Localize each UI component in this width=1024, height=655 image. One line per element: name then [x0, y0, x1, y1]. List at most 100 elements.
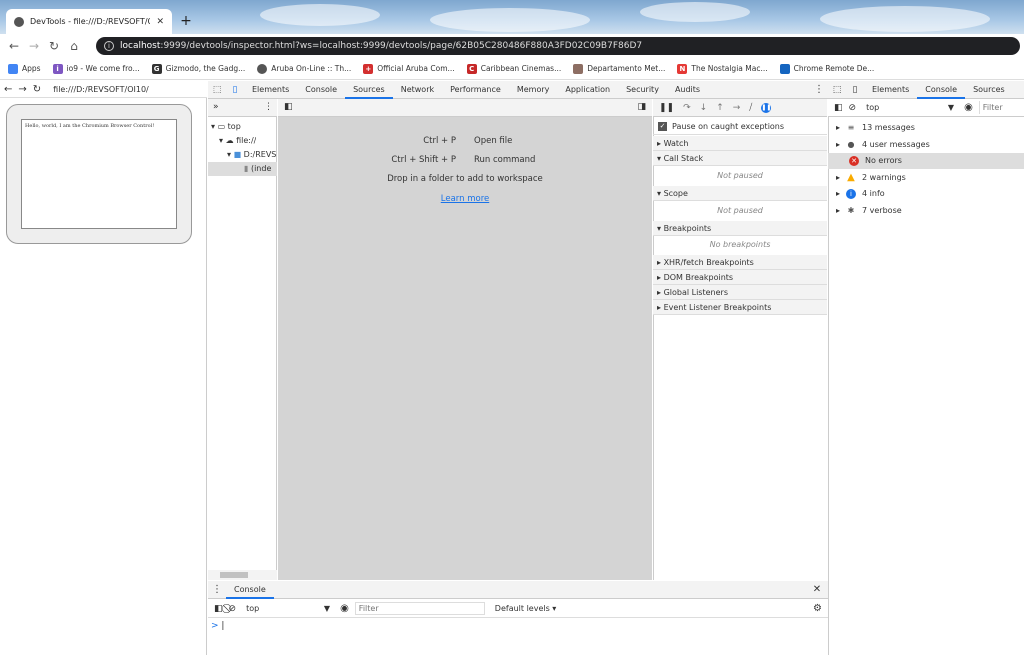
section-watch[interactable]: ▸ Watch	[653, 136, 827, 151]
bookmark-item[interactable]: G Gizmodo, the Gadg...	[151, 63, 245, 74]
drawer-menu-icon[interactable]: ⋮	[208, 584, 226, 595]
tab-audits[interactable]: Audits	[667, 81, 708, 99]
step-out-icon[interactable]: ↑	[716, 103, 724, 113]
console-group-info[interactable]: ▸ i 4 info	[828, 186, 1024, 202]
tree-item-file[interactable]: ▾ ☁ file://	[219, 136, 256, 145]
console-group-errors[interactable]: ✕ No errors	[828, 153, 1024, 169]
step-into-icon[interactable]: ↓	[700, 103, 708, 113]
learn-more-link[interactable]: Learn more	[441, 194, 489, 204]
tab-elements[interactable]: Elements	[244, 81, 297, 99]
right-filter-input[interactable]	[978, 101, 1009, 114]
drawer-tab-console[interactable]: Console	[226, 581, 274, 599]
right-tab-console[interactable]: Console	[917, 81, 966, 99]
device-toolbar-icon[interactable]: ▯	[846, 85, 864, 95]
back-arrow-icon[interactable]: ←	[4, 84, 12, 95]
toggle-navigator-icon[interactable]: ◧	[284, 102, 293, 112]
bookmark-item[interactable]: Aruba On-Line :: Th...	[257, 63, 351, 74]
close-tab-icon[interactable]: ✕	[156, 17, 164, 27]
home-icon[interactable]: ⌂	[64, 39, 84, 53]
bookmark-item[interactable]: C Caribbean Cinemas...	[466, 63, 561, 74]
checkbox-checked-icon[interactable]: ✓	[658, 121, 667, 131]
forward-arrow-icon[interactable]: →	[18, 84, 26, 95]
context-select[interactable]: top ▼	[242, 604, 334, 613]
inspect-element-icon[interactable]: ⬚	[208, 85, 226, 95]
right-tab-sources[interactable]: Sources	[965, 81, 1013, 99]
right-tab-elements[interactable]: Elements	[864, 81, 917, 99]
shortcut-open-file-keys: Ctrl + P	[423, 136, 456, 146]
bookmark-favicon-icon	[779, 63, 790, 74]
section-xhr-breakpoints[interactable]: ▸ XHR/fetch Breakpoints	[653, 255, 827, 270]
bookmark-item[interactable]: Departamento Met...	[573, 63, 665, 74]
device-screen[interactable]: Hello, world, I am the Chromium Browser …	[21, 119, 177, 229]
tree-item-folder[interactable]: ▾ ■ D:/REVS	[227, 150, 277, 159]
reload-icon[interactable]: ↻	[44, 39, 64, 53]
expand-arrow-icon: ▸	[836, 173, 841, 182]
drawer-filter-input[interactable]	[354, 602, 485, 615]
bug-icon: ✱	[847, 206, 855, 215]
browser-tab[interactable]: DevTools - file:///D:/REVSOFT/OI ✕	[6, 9, 172, 34]
pause-caught-exceptions-row[interactable]: ✓ Pause on caught exceptions	[653, 118, 827, 135]
horizontal-scrollbar[interactable]	[208, 570, 277, 580]
settings-gear-icon[interactable]: ⚙	[813, 603, 822, 614]
toggle-debugger-icon[interactable]: ◨	[637, 102, 646, 112]
text-cursor: |	[221, 621, 225, 631]
live-expression-eye-icon[interactable]: ◉	[964, 102, 973, 113]
clear-console-icon[interactable]: ⃠⊘	[229, 604, 237, 614]
tree-item-file-selected[interactable]: ▮ (inde	[208, 162, 277, 176]
bookmark-favicon-icon: +	[363, 63, 374, 74]
section-breakpoints[interactable]: ▾ Breakpoints	[653, 221, 827, 236]
info-icon[interactable]: i	[104, 41, 114, 51]
log-levels-select[interactable]: Default levels ▾	[495, 604, 557, 613]
tab-console[interactable]: Console	[297, 81, 345, 99]
tab-application[interactable]: Application	[557, 81, 618, 99]
console-prompt[interactable]: > |	[211, 621, 224, 631]
clear-console-icon[interactable]: ⊘	[849, 103, 857, 113]
navigator-menu-icon[interactable]: ⋮	[264, 102, 273, 112]
step-over-icon[interactable]: ↷	[683, 103, 691, 113]
editor-header: ◧ ◨	[278, 99, 652, 117]
console-group-user-messages[interactable]: ▸ ● 4 user messages	[828, 137, 1024, 153]
expand-arrow-icon: ▸	[836, 206, 841, 215]
more-tabs-icon[interactable]: »	[213, 102, 219, 112]
bookmark-item[interactable]: N The Nostalgia Mac...	[677, 63, 768, 74]
back-arrow-icon[interactable]: ←	[4, 39, 24, 53]
section-global-listeners[interactable]: ▸ Global Listeners	[653, 285, 827, 300]
tab-memory[interactable]: Memory	[509, 81, 558, 99]
section-event-listener-breakpoints[interactable]: ▸ Event Listener Breakpoints	[653, 300, 827, 315]
right-context-select[interactable]: top ▼	[862, 103, 958, 112]
tab-performance[interactable]: Performance	[442, 81, 509, 99]
pause-on-exceptions-icon[interactable]: ❚❚	[761, 102, 771, 113]
live-expression-eye-icon[interactable]: ◉	[340, 603, 349, 614]
reload-icon[interactable]: ↻	[33, 84, 41, 95]
shortcut-open-file-label: Open file	[474, 136, 513, 146]
section-scope[interactable]: ▾ Scope	[653, 186, 827, 201]
tree-item-top[interactable]: ▾ ▭ top	[211, 122, 241, 131]
forward-arrow-icon[interactable]: →	[24, 39, 44, 53]
step-icon[interactable]: →	[733, 103, 741, 113]
tab-sources[interactable]: Sources	[345, 81, 393, 99]
show-sidebar-icon[interactable]: ◧	[214, 604, 223, 614]
user-icon: ●	[847, 140, 855, 149]
console-group-warnings[interactable]: ▸ ▲ 2 warnings	[828, 170, 1024, 186]
console-group-verbose[interactable]: ▸ ✱ 7 verbose	[828, 203, 1024, 219]
section-dom-breakpoints[interactable]: ▸ DOM Breakpoints	[653, 270, 827, 285]
show-sidebar-icon[interactable]: ◧	[834, 103, 843, 113]
more-options-icon[interactable]: ⋮	[810, 84, 828, 95]
device-toolbar-icon[interactable]: ▯	[226, 85, 244, 95]
new-tab-button[interactable]: +	[178, 13, 194, 29]
bookmark-favicon-icon	[573, 63, 584, 74]
pause-icon[interactable]: ❚❚	[659, 103, 674, 113]
console-group-messages[interactable]: ▸ ≡ 13 messages	[828, 120, 1024, 136]
bookmark-item[interactable]: Chrome Remote De...	[779, 63, 874, 74]
editor-area[interactable]	[278, 99, 652, 580]
section-call-stack[interactable]: ▾ Call Stack	[653, 151, 827, 166]
tab-security[interactable]: Security	[618, 81, 667, 99]
bookmark-item[interactable]: + Official Aruba Com...	[363, 63, 455, 74]
tab-network[interactable]: Network	[393, 81, 442, 99]
bookmark-item[interactable]: i io9 - We come fro...	[52, 63, 140, 74]
deactivate-breakpoints-icon[interactable]: ⧸	[749, 103, 752, 113]
address-bar[interactable]: i localhost:9999/devtools/inspector.html…	[96, 37, 1020, 55]
close-drawer-icon[interactable]: ✕	[806, 584, 828, 595]
bookmark-item[interactable]: Apps	[8, 63, 41, 74]
inspect-element-icon[interactable]: ⬚	[828, 85, 846, 95]
